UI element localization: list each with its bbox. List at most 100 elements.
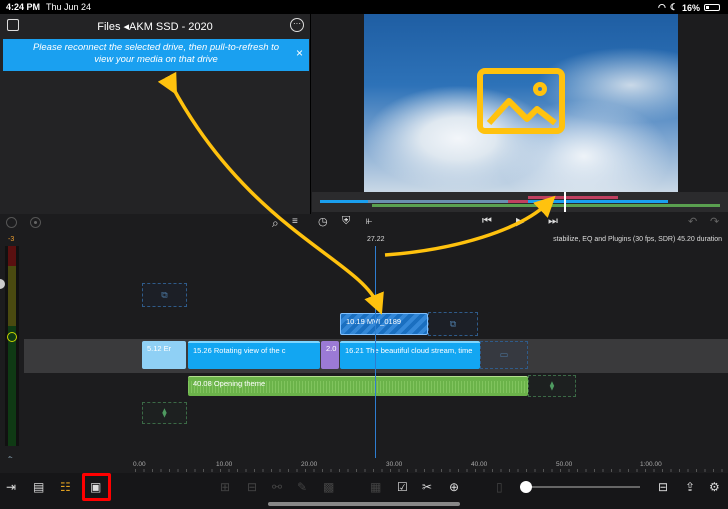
home-indicator bbox=[268, 502, 460, 506]
settings-icon[interactable]: ⚙ bbox=[709, 480, 720, 494]
clip-label: 15.26 Rotating view of the c bbox=[193, 346, 286, 355]
pencil-icon: ✎ bbox=[297, 480, 308, 494]
scissors-icon[interactable]: ✂ bbox=[422, 480, 432, 494]
more-options-icon[interactable]: ··· bbox=[290, 18, 304, 32]
playhead-timecode: 27.22 bbox=[367, 236, 385, 243]
skip-forward-icon[interactable]: ⏭ bbox=[548, 215, 558, 228]
highlight-box bbox=[82, 473, 111, 501]
status-time: 4:24 PM bbox=[6, 2, 41, 12]
browser-title[interactable]: Files ◂AKM SSD - 2020 bbox=[97, 20, 213, 33]
zoom-slider-thumb[interactable] bbox=[520, 481, 532, 493]
video-frame[interactable] bbox=[364, 14, 678, 192]
meter-segment bbox=[8, 266, 16, 326]
grid-icon[interactable]: ☷ bbox=[60, 480, 71, 494]
snapshot-icon: ▩ bbox=[323, 480, 335, 494]
search-icon[interactable]: ⌕ bbox=[272, 216, 279, 231]
reconnect-banner: Please reconnect the selected drive, the… bbox=[3, 39, 309, 71]
placeholder-icon: ▭ bbox=[499, 349, 509, 360]
wifi-icon: ◠ bbox=[658, 2, 666, 12]
timeline-playhead[interactable] bbox=[375, 246, 376, 472]
ruler-label: 0.00 bbox=[133, 461, 146, 468]
volume-knob[interactable] bbox=[7, 332, 17, 342]
trash-icon: ▯ bbox=[496, 480, 503, 494]
browser-header: Files ◂AKM SSD - 2020 ··· bbox=[0, 14, 310, 38]
overwrite-icon: ⊟ bbox=[247, 480, 258, 494]
ruler-label: 1:00.00 bbox=[640, 461, 662, 468]
image-icon bbox=[477, 68, 565, 134]
transport-controls: ◷ ⛨ ⫦ ⏮ ▶ ⏭ ↶ ↷ bbox=[312, 212, 728, 234]
link-icon: ⚯ bbox=[272, 480, 283, 494]
play-icon[interactable]: ▶ bbox=[516, 215, 524, 228]
skip-back-icon[interactable]: ⏮ bbox=[482, 215, 492, 228]
close-icon[interactable]: × bbox=[296, 47, 303, 59]
audio-placeholder[interactable]: ⧫ bbox=[142, 402, 187, 424]
placeholder-icon: ⧉ bbox=[449, 318, 457, 329]
add-marker-icon[interactable]: ⫦ bbox=[366, 215, 372, 228]
placeholder-icon: ⧫ bbox=[549, 380, 555, 391]
clip-label: 16.21 The beautiful cloud stream, time bbox=[345, 346, 473, 355]
mountain-icon bbox=[487, 98, 557, 125]
scrub-segment bbox=[528, 200, 668, 203]
export-icon[interactable]: ⇥ bbox=[6, 480, 16, 494]
project-icon[interactable]: ▤ bbox=[33, 480, 44, 494]
redo-icon[interactable]: ↷ bbox=[710, 215, 719, 228]
overlay-clip[interactable]: 10.19 MVI_0189 bbox=[340, 313, 428, 335]
ruler-label: 50.00 bbox=[556, 461, 573, 468]
scrub-segment bbox=[668, 204, 720, 207]
scrub-playhead[interactable] bbox=[564, 192, 566, 212]
overlay-placeholder[interactable]: ⧉ bbox=[142, 283, 187, 307]
moon-icon: ☾ bbox=[669, 2, 678, 12]
scrub-segment bbox=[508, 200, 528, 203]
status-right: ◠ ☾ 16% bbox=[658, 2, 720, 13]
video-clip[interactable]: 15.26 Rotating view of the c bbox=[188, 341, 320, 369]
overlay-placeholder[interactable]: ⧉ bbox=[428, 312, 478, 336]
ruler-label: 20.00 bbox=[301, 461, 318, 468]
ruler-label: 10.00 bbox=[216, 461, 233, 468]
clip-label: 2.0 bbox=[326, 344, 337, 353]
viewer bbox=[312, 14, 728, 192]
audio-clip[interactable]: 40.08 Opening theme bbox=[188, 376, 528, 396]
scrub-segment bbox=[528, 196, 618, 199]
share-icon[interactable]: ⇪ bbox=[685, 480, 695, 494]
undo-icon[interactable]: ↶ bbox=[688, 215, 697, 228]
video-placeholder[interactable]: ▭ bbox=[480, 341, 528, 369]
placeholder-icon: ⧉ bbox=[161, 289, 168, 300]
library-icon[interactable] bbox=[7, 19, 19, 31]
select-icon[interactable]: ☑ bbox=[397, 480, 408, 494]
ruler-label: 40.00 bbox=[471, 461, 488, 468]
meter-segment bbox=[8, 326, 16, 446]
layout-icon[interactable]: ⊟ bbox=[658, 480, 668, 494]
audio-placeholder[interactable]: ⧫ bbox=[528, 375, 576, 397]
clock-icon[interactable]: ◷ bbox=[318, 215, 328, 228]
banner-text: Please reconnect the selected drive, the… bbox=[32, 42, 280, 65]
battery-icon bbox=[704, 4, 720, 11]
status-date: Thu Jun 24 bbox=[46, 2, 92, 12]
scrub-bar[interactable] bbox=[312, 192, 728, 212]
keyframe-icon: ▦ bbox=[370, 480, 382, 494]
ruler-ticks bbox=[135, 469, 728, 472]
select-circle-icon[interactable] bbox=[6, 217, 17, 228]
transition-clip[interactable]: 2.0 bbox=[321, 341, 339, 369]
audio-meter[interactable] bbox=[5, 246, 19, 446]
time-ruler[interactable]: 0.00 10.00 20.00 30.00 40.00 50.00 1:00.… bbox=[0, 458, 728, 473]
shield-icon[interactable]: ⛨ bbox=[342, 215, 350, 228]
zoom-slider[interactable] bbox=[520, 481, 640, 493]
insert-icon: ⊞ bbox=[220, 480, 231, 494]
project-info: stabilize, EQ and Plugins (30 fps, SDR) … bbox=[553, 236, 722, 243]
status-bar: 4:24 PM Thu Jun 24 ◠ ☾ 16% bbox=[0, 0, 728, 14]
video-clip[interactable]: 16.21 The beautiful cloud stream, time bbox=[340, 341, 480, 369]
meter-segment bbox=[8, 246, 16, 266]
scrub-segment bbox=[368, 200, 508, 203]
timeline-header: -3 27.22 stabilize, EQ and Plugins (30 f… bbox=[0, 234, 728, 246]
placeholder-icon: ⧫ bbox=[162, 407, 167, 418]
clip-label: 5.12 Er bbox=[147, 344, 172, 353]
add-icon[interactable]: ⊕ bbox=[449, 480, 459, 494]
video-clip[interactable]: 5.12 Er bbox=[142, 341, 186, 369]
meter-db-label: -3 bbox=[8, 236, 15, 243]
ruler-label: 30.00 bbox=[386, 461, 403, 468]
clip-label: 10.19 MVI_0189 bbox=[346, 317, 402, 326]
media-browser: Files ◂AKM SSD - 2020 ··· Please reconne… bbox=[0, 14, 311, 214]
sort-icon[interactable]: ≡ bbox=[292, 216, 298, 227]
preview-circle-icon[interactable] bbox=[30, 217, 41, 228]
browser-toolbar: ⌕ ≡ bbox=[0, 214, 311, 232]
